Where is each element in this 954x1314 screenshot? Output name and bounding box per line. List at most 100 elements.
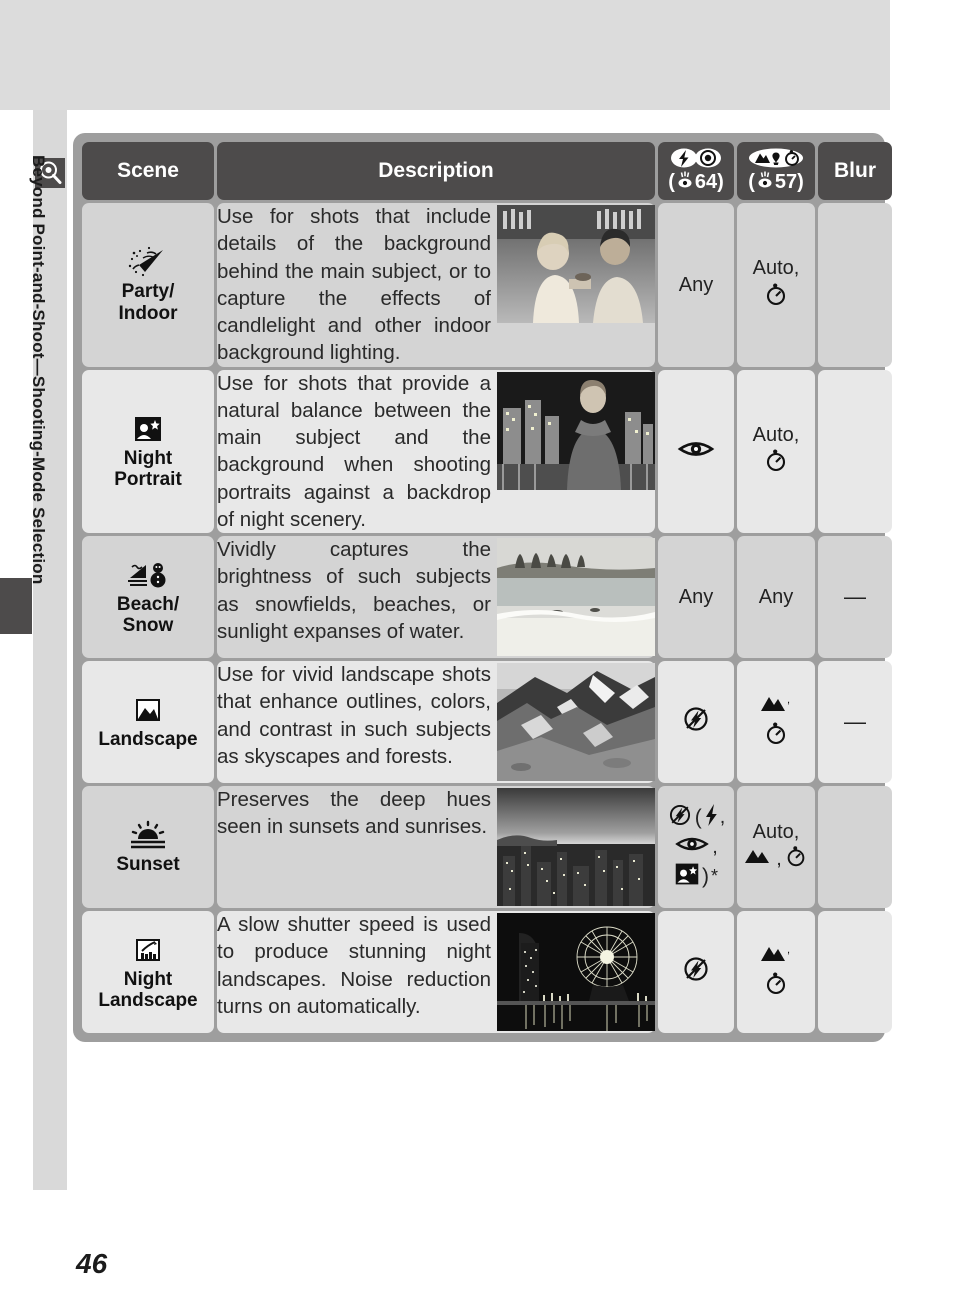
- scene-cell: Night Landscape: [82, 911, 214, 1033]
- table-row: Night Landscape A slow shutter speed is …: [82, 911, 892, 1033]
- flash-cell: Any: [658, 203, 734, 367]
- focus-value: Auto,: [752, 820, 800, 843]
- flash-value: Any: [678, 585, 714, 608]
- self-timer-icon: [763, 720, 789, 751]
- flash-ref-paren-open: (: [668, 171, 675, 194]
- blur-cell: [818, 911, 892, 1033]
- comma: ,: [776, 847, 782, 870]
- scene-cell: Landscape: [82, 661, 214, 783]
- landscape-icon: [82, 693, 214, 727]
- page-ref-icon: [674, 170, 695, 194]
- focus-cell: ,: [737, 911, 815, 1033]
- focus-cell: Auto,: [737, 369, 815, 533]
- flash-off-icon: [681, 954, 711, 989]
- comma: ,: [719, 806, 726, 829]
- table-row: Sunset Preserves the deep hues seen in s…: [82, 786, 892, 908]
- paren-open: (: [694, 805, 702, 829]
- focus-cell: Any: [737, 536, 815, 658]
- comma: ,: [712, 835, 718, 858]
- table-header-row: Scene Description (64) (57) Blur: [82, 142, 892, 200]
- scene-name-line1: Night: [123, 447, 173, 469]
- focus-cell: ,: [737, 661, 815, 783]
- self-timer-icon: [763, 447, 789, 478]
- scene-cell: Party/ Indoor: [82, 203, 214, 367]
- scene-thumbnail: [497, 788, 655, 906]
- scene-name-line1: Beach/: [116, 593, 180, 615]
- infinity-landscape-icon: [744, 847, 774, 870]
- scene-name-line2: Snow: [122, 615, 174, 636]
- landscape-macro-selftimer-icon: [748, 147, 804, 169]
- column-header-flash: ( 64 ): [658, 142, 734, 200]
- flash-ref-page: 64: [694, 171, 718, 194]
- blur-cell: [818, 369, 892, 533]
- night-portrait-icon: [674, 861, 700, 892]
- blur-value: —: [844, 709, 866, 734]
- description-cell: Vividly captures the brightness of such …: [217, 536, 655, 658]
- focus-ref-paren-close: ): [797, 171, 804, 194]
- scene-thumbnail: [497, 538, 655, 656]
- table-row: Beach/ Snow Vividly captures the brightn…: [82, 536, 892, 658]
- self-timer-icon: [763, 970, 789, 1001]
- scene-modes-table: Scene Description (64) (57) Blur Par…: [73, 133, 892, 1042]
- scene-name-line2: Indoor: [118, 302, 178, 324]
- column-header-focus: ( 57 ): [737, 142, 815, 200]
- night-portrait-icon: [82, 412, 214, 446]
- blur-cell: [818, 203, 892, 367]
- column-header-blur: Blur: [818, 142, 892, 200]
- fill-flash-icon: [704, 803, 718, 832]
- flash-cell: Any: [658, 536, 734, 658]
- scene-name-line2: Landscape: [98, 990, 198, 1011]
- focus-cell: Auto,: [737, 203, 815, 367]
- flash-cell: ( , ,) *: [658, 786, 734, 908]
- flash-cell: [658, 911, 734, 1033]
- svg-text:,: ,: [787, 694, 790, 706]
- scene-cell: Beach/ Snow: [82, 536, 214, 658]
- flash-off-icon: [667, 802, 693, 833]
- flash-ref-paren-close: ): [717, 171, 724, 194]
- footnote-asterisk: *: [710, 866, 718, 887]
- blur-value: —: [844, 584, 866, 609]
- description-cell: Use for shots that provide a natural bal…: [217, 369, 655, 533]
- flash-value: Any: [678, 273, 714, 296]
- blur-cell: —: [818, 661, 892, 783]
- scene-name-line1: Sunset: [116, 854, 180, 876]
- sunset-icon: [82, 818, 214, 852]
- scene-thumbnail: [497, 913, 655, 1031]
- flash-cell: [658, 369, 734, 533]
- scene-thumbnail: [497, 663, 655, 781]
- table-row: Landscape Use for vivid landscape shots …: [82, 661, 892, 783]
- table-row: Night Portrait Use for shots that provid…: [82, 369, 892, 533]
- beach-snow-icon: [82, 558, 214, 592]
- blur-cell: [818, 786, 892, 908]
- scene-name-line1: Night: [123, 968, 173, 990]
- party-popper-icon: [82, 245, 214, 279]
- scene-thumbnail: [497, 371, 655, 490]
- focus-ref-paren-open: (: [748, 171, 755, 194]
- page-ref-icon: [754, 170, 775, 194]
- paren-close: ): [701, 864, 709, 888]
- focus-value: Auto,: [752, 423, 800, 446]
- scene-name-line2: Portrait: [114, 469, 182, 491]
- flash-cell: [658, 661, 734, 783]
- focus-cell: Auto, ,: [737, 786, 815, 908]
- red-eye-reduction-icon: [674, 833, 710, 860]
- red-eye-reduction-icon: [677, 437, 715, 466]
- description-cell: Use for vivid landscape shots that enhan…: [217, 661, 655, 783]
- scene-name-line1: Landscape: [98, 729, 198, 751]
- infinity-landscape-icon: ,: [759, 693, 793, 718]
- infinity-landscape-icon: ,: [759, 943, 793, 968]
- column-header-scene: Scene: [82, 142, 214, 200]
- blur-cell: —: [818, 536, 892, 658]
- focus-value: Auto,: [752, 257, 800, 280]
- focus-value: Any: [758, 585, 794, 608]
- description-cell: Use for shots that include details of th…: [217, 203, 655, 367]
- column-header-description: Description: [217, 142, 655, 200]
- svg-text:,: ,: [787, 944, 790, 956]
- page-number: 46: [76, 1248, 108, 1279]
- top-band: [0, 0, 890, 110]
- night-landscape-icon: [82, 933, 214, 967]
- chapter-title: Beyond Point-and-Shoot—Shooting-Mode Sel…: [29, 155, 48, 585]
- scene-cell: Night Portrait: [82, 369, 214, 533]
- scene-cell: Sunset: [82, 786, 214, 908]
- flash-redeye-icon: [670, 147, 722, 169]
